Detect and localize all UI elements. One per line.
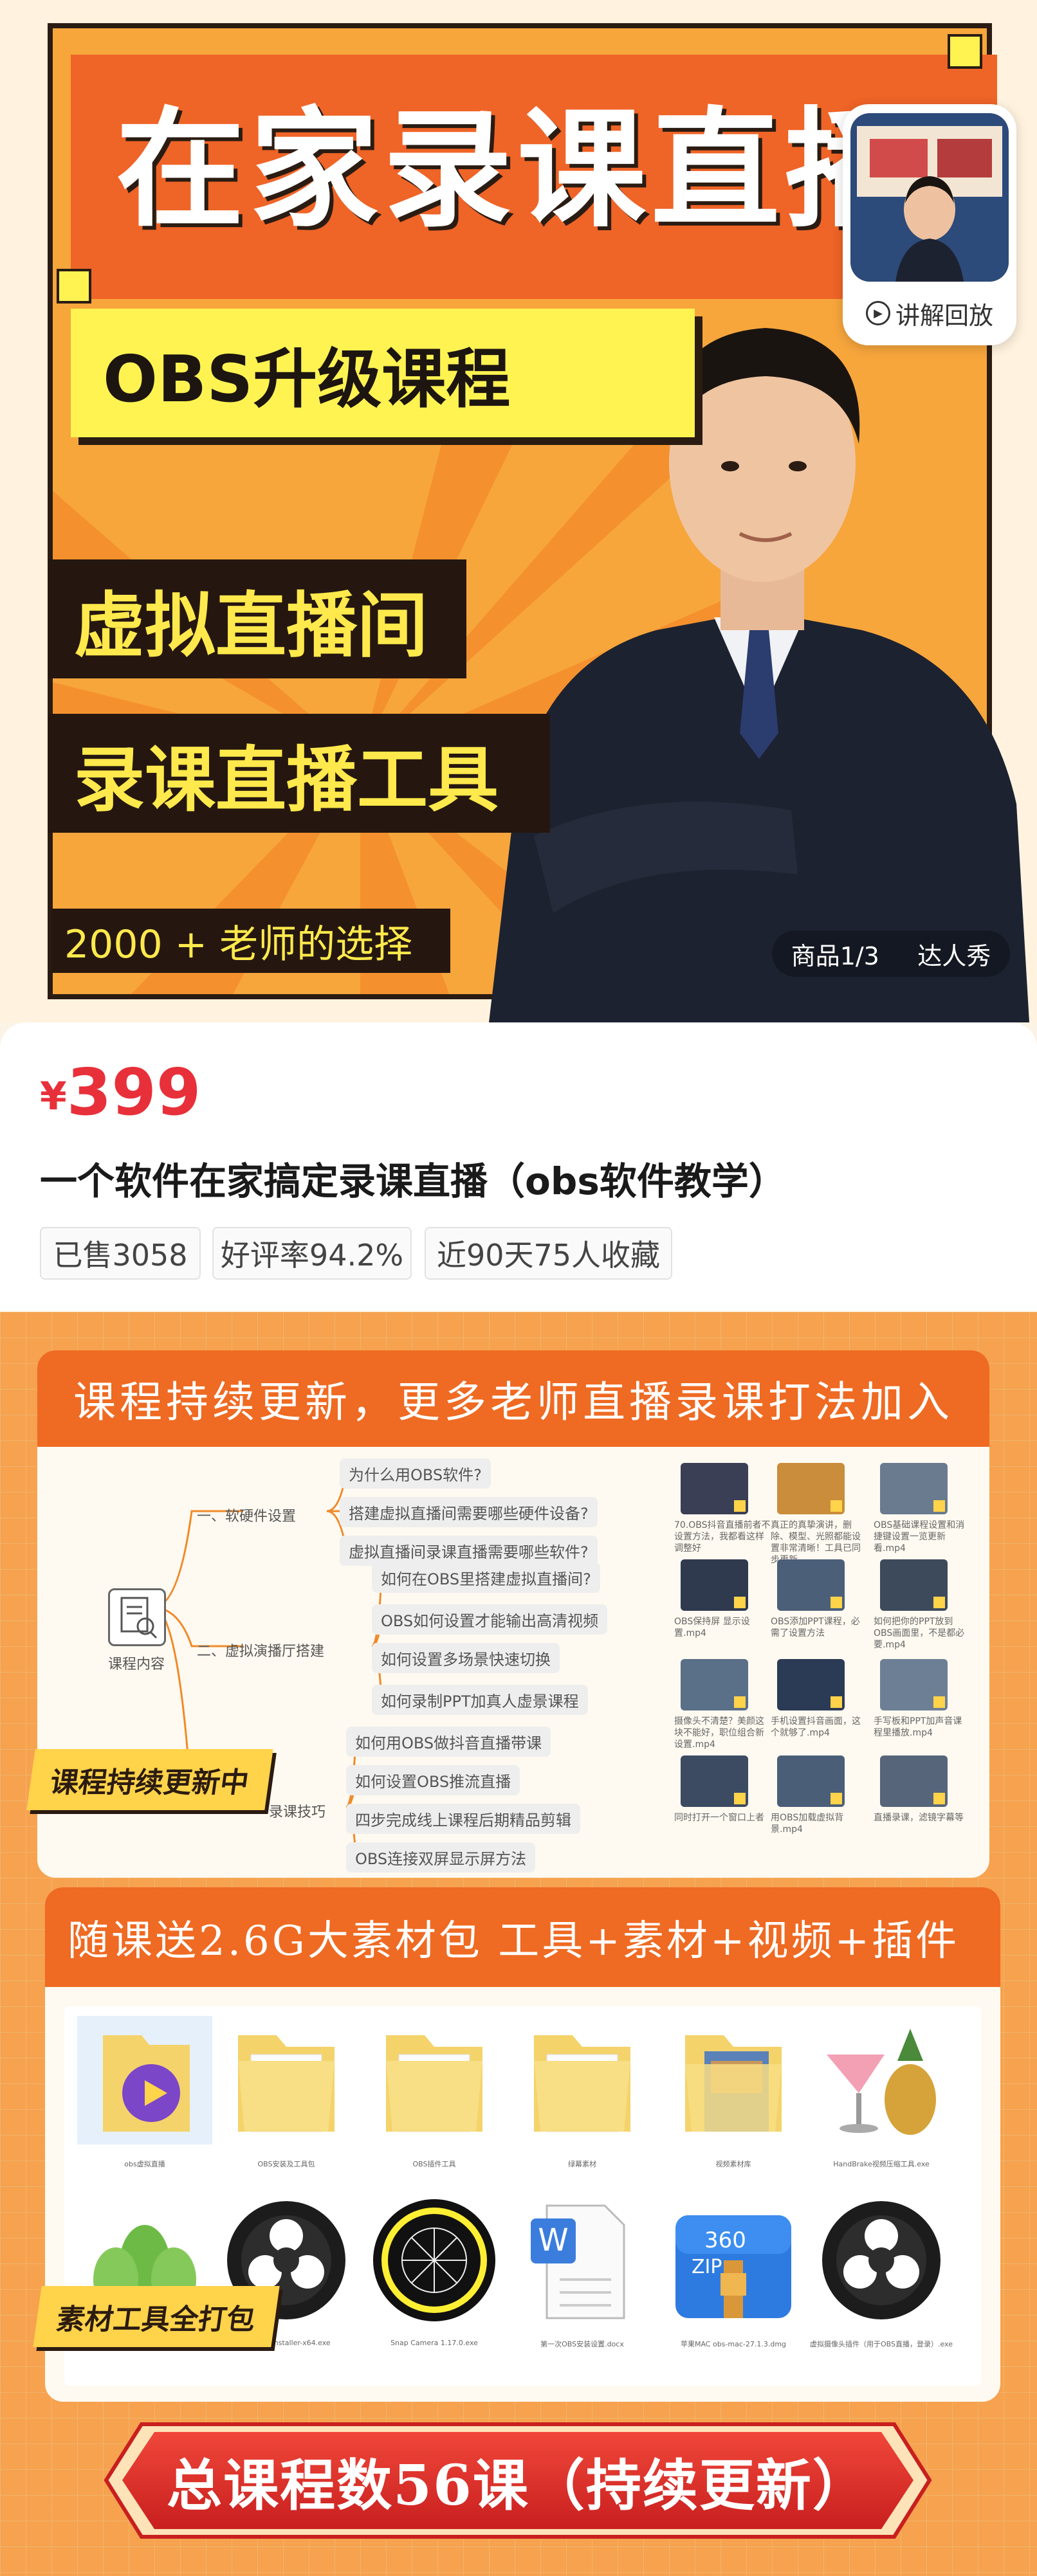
course-root-label: 课程内容 xyxy=(108,1656,165,1673)
hero-line-virtual: 虚拟直播间 xyxy=(48,559,466,678)
obs-virtual-icon[interactable] xyxy=(77,2016,212,2157)
sold-count-tag: 已售3058 xyxy=(40,1227,201,1280)
talent-show-link[interactable]: 达人秀 xyxy=(917,936,991,972)
folder-icon[interactable] xyxy=(515,2016,650,2157)
asset-name: 虚拟摄像头插件（用于OBS直播，登录）.exe xyxy=(809,2340,953,2348)
course-update-title: 课程持续更新，更多老师直播录课打法加入 xyxy=(37,1350,989,1447)
folder-blue-icon[interactable] xyxy=(666,2016,801,2157)
replay-button[interactable]: ▶ 讲解回放 xyxy=(843,284,1016,342)
docx-icon[interactable]: W xyxy=(515,2196,650,2337)
video-thumbnail xyxy=(880,1659,948,1710)
video-thumbnail xyxy=(777,1559,845,1611)
pack-sticker: 素材工具全打包 xyxy=(33,2286,280,2347)
svg-text:360: 360 xyxy=(704,2227,746,2253)
updating-sticker: 课程持续更新中 xyxy=(26,1749,273,1810)
media-pager[interactable]: 商品1/3 达人秀 xyxy=(772,930,1010,977)
video-thumbnail xyxy=(777,1463,845,1514)
video-thumbnail xyxy=(681,1463,748,1514)
cocktail-icon[interactable] xyxy=(814,2016,949,2157)
outline-item: 虚拟直播间录课直播需要哪些软件? xyxy=(340,1536,598,1566)
outline-item: 为什么用OBS软件? xyxy=(340,1458,491,1489)
outline-item: 四步完成线上课程后期精品剪辑 xyxy=(346,1804,580,1834)
product-title: 一个软件在家搞定录课直播（obs软件教学） xyxy=(40,1159,786,1203)
section-1-label: 一、软硬件设置 xyxy=(197,1509,297,1525)
obs-icon[interactable] xyxy=(814,2196,949,2337)
video-caption: OBS保持屏 显示设置.mp4 xyxy=(674,1617,750,1638)
video-caption: 手机设置抖音画面，这个就够了.mp4 xyxy=(771,1716,861,1738)
video-caption: OBS基础课程设置和消捷键设置一览更新看.mp4 xyxy=(874,1520,965,1554)
video-thumbnail xyxy=(880,1559,948,1611)
outline-item: 如何录制PPT加真人虚景课程 xyxy=(372,1685,588,1715)
favorites-tag: 近90天75人收藏 xyxy=(425,1227,672,1280)
outline-item: 如何用OBS做抖音直播带课 xyxy=(346,1727,551,1757)
asset-name: OBS安装及工具包 xyxy=(257,2160,315,2168)
video-caption: 摄像头不清楚？美颜这块不能好，职位组合新设置.mp4 xyxy=(674,1716,764,1750)
rating-tag: 好评率94.2% xyxy=(212,1227,412,1280)
section-2-label: 二、虚拟演播厅搭建 xyxy=(197,1644,325,1660)
svg-text:ZIP: ZIP xyxy=(692,2256,722,2278)
price: ¥399 xyxy=(40,1055,201,1130)
asset-name: Snap Camera 1.17.0.exe xyxy=(390,2339,478,2347)
section-3-label: 录课技巧 xyxy=(269,1804,326,1820)
video-caption: 用OBS加载虚拟背景.mp4 xyxy=(771,1813,844,1835)
hero-title: 在家录课直播 xyxy=(116,95,919,245)
hero-teacher-choice: 2000 + 老师的选择 xyxy=(51,909,450,973)
asset-name: 第一次OBS安装设置.docx xyxy=(540,2340,624,2348)
material-pack-title: 随课送2.6G大素材包 工具+素材+视频+插件 xyxy=(45,1887,1000,1987)
outline-item: 如何在OBS里搭建虚拟直播间? xyxy=(372,1563,600,1593)
video-thumbnail xyxy=(880,1755,948,1807)
video-caption: OBS添加PPT课程，必需了设置方法 xyxy=(771,1617,860,1638)
detail-section: 课程持续更新，更多老师直播录课打法加入 课程内容 一、软硬件设置 二、虚拟演播厅… xyxy=(0,1312,1037,2576)
asset-name: obs虚拟直播 xyxy=(124,2160,165,2168)
outline-item: OBS连接双屏显示屏方法 xyxy=(346,1842,536,1873)
asset-name: 苹果MAC obs-mac-27.1.3.dmg xyxy=(680,2340,787,2348)
video-caption: 70.OBS抖音直播前者不设置方法，我都看这样调整好 xyxy=(674,1520,771,1554)
svg-text:W: W xyxy=(538,2222,568,2258)
price-value: 399 xyxy=(66,1055,201,1130)
folder-icon[interactable] xyxy=(219,2016,354,2157)
asset-name: 视频素材库 xyxy=(715,2160,751,2168)
video-thumbnail xyxy=(681,1559,748,1611)
replay-card[interactable]: ▶ 讲解回放 xyxy=(843,104,1016,345)
video-caption: 手写板和PPT加声音课程里播放.mp4 xyxy=(874,1716,962,1738)
play-icon: ▶ xyxy=(865,301,890,325)
total-lessons-label: 总课程数56课（持续更新） xyxy=(167,2453,869,2518)
camera-icon[interactable] xyxy=(367,2196,502,2337)
outline-item: 如何设置OBS推流直播 xyxy=(346,1765,520,1795)
replay-thumbnail[interactable] xyxy=(850,113,1009,282)
video-thumbnail xyxy=(777,1755,845,1807)
hero-subtitle: OBS升级课程 xyxy=(71,309,695,437)
video-thumbnail xyxy=(681,1755,748,1807)
product-page-indicator: 商品1/3 xyxy=(791,941,879,970)
asset-name: OBS插件工具 xyxy=(412,2160,456,2168)
video-caption: 直播录课，滤镜字幕等 xyxy=(874,1813,964,1823)
hero-banner[interactable]: 在家录课直播 OBS升级课程 虚拟直播间 录课直播工具 2000 + 老师的选择… xyxy=(0,0,1037,1022)
asset-name: 绿幕素材 xyxy=(568,2160,596,2168)
outline-item: OBS如何设置才能输出高清视频 xyxy=(372,1604,608,1635)
asset-name: HandBrake视频压缩工具.exe xyxy=(833,2160,930,2168)
hero-line-tools: 录课直播工具 xyxy=(48,714,550,833)
replay-label: 讲解回放 xyxy=(895,301,993,330)
product-info-card: ¥399 一个软件在家搞定录课直播（obs软件教学） 已售3058 好评率94.… xyxy=(0,1022,1037,1312)
video-thumbnail xyxy=(880,1463,948,1514)
outline-item: 如何设置多场景快速切换 xyxy=(372,1643,560,1673)
zip-icon[interactable]: 360 ZIP xyxy=(666,2196,801,2337)
currency-symbol: ¥ xyxy=(40,1074,67,1119)
video-caption: 同时打开一个窗口上者 xyxy=(674,1813,764,1823)
outline-item: 搭建虚拟直播间需要哪些硬件设备? xyxy=(340,1497,598,1527)
course-content-icon xyxy=(108,1588,166,1646)
folder-icon[interactable] xyxy=(367,2016,502,2157)
video-thumbnail xyxy=(777,1659,845,1710)
video-caption: 如何把你的PPT放到OBS画面里，不是都必要.mp4 xyxy=(874,1617,965,1650)
video-thumbnail xyxy=(681,1659,748,1710)
